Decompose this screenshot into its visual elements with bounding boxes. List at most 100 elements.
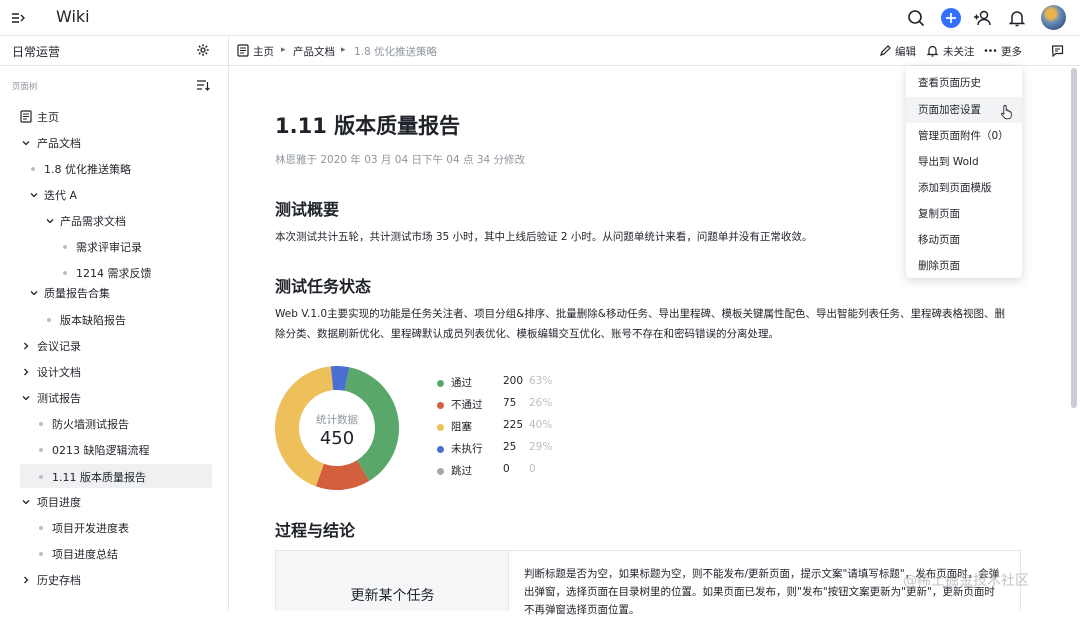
tree-item-design-docs[interactable]: 设计文档 [0,359,229,385]
sidebar-header: 日常运营 [0,36,228,66]
tree-item-version-defects[interactable]: 版本缺陷报告 [0,307,229,333]
bullet-dot [39,526,43,530]
tree-item-label: 历史存档 [37,574,81,587]
hand-cursor-icon [1001,105,1012,120]
tree-item-defect-logic[interactable]: 0213 缺陷逻辑流程 [0,437,229,463]
menu-item-page-history[interactable]: 查看页面历史 [906,70,1022,96]
legend-value: 0 [503,463,510,475]
legend-label: 通过 [451,377,472,389]
tree-item-dev-schedule[interactable]: 项目开发进度表 [0,515,229,541]
menu-item-label: 查看页面历史 [918,77,981,89]
page-meta: 林恩雅于 2020 年 03 月 04 日下午 04 点 34 分修改 [275,154,526,166]
menu-item-export-word[interactable]: 导出到 Wold [906,149,1022,175]
tree-item-label: 项目开发进度表 [52,522,129,535]
chevron-down-icon[interactable] [21,138,31,148]
section-paragraph: 除分类、数据刷新优化、里程碑默认成员列表优化、模板编辑交互优化、账号不存在和密码… [275,328,779,340]
chevron-down-icon[interactable] [21,497,31,507]
add-member-icon[interactable] [973,8,993,28]
scrollbar[interactable] [1071,68,1077,408]
page-title: 1.11 版本质量报告 [275,114,461,138]
tree-item-label: 会议记录 [37,340,81,353]
tree-label-row: 页面树 [0,66,228,102]
bullet-dot [47,318,51,322]
section-heading: 过程与结论 [275,521,356,540]
bullet-dot [63,271,67,275]
section-paragraph: Web V.1.0主要实现的功能是任务关注者、项目分组&排序、批量删除&移动任务… [275,308,1005,320]
sidebar-toggle-icon[interactable] [10,10,26,26]
document-icon [237,44,249,57]
bullet-dot [39,552,43,556]
more-button[interactable]: 更多 [1001,44,1022,59]
menu-item-label: 复制页面 [918,208,960,220]
edit-button[interactable]: 编辑 [895,44,916,59]
chevron-right-icon[interactable] [21,367,31,377]
section-paragraph: 本次测试共计五轮，共计测试市场 35 小时，其中上线后验证 2 小时。从问题单统… [275,231,813,243]
more-icon[interactable] [984,44,997,57]
menu-item-add-template[interactable]: 添加到页面模版 [906,175,1022,201]
tree-item-progress-summary[interactable]: 项目进度总结 [0,541,229,567]
tree-item-label: 版本缺陷报告 [60,314,126,327]
legend-label: 阻塞 [451,421,472,433]
tree-item-label: 项目进度 [37,496,81,509]
gear-icon[interactable] [196,43,210,57]
chevron-down-icon[interactable] [29,288,39,298]
page-tree-label: 页面树 [12,82,38,92]
legend-percent: 29% [529,441,553,453]
chevron-down-icon[interactable] [45,216,55,226]
chevron-down-icon[interactable] [29,190,39,200]
tree-item-project-progress[interactable]: 项目进度 [0,489,229,515]
follow-button[interactable]: 未关注 [943,44,975,59]
breadcrumb-separator-icon: ▸ [341,45,346,55]
bullet-dot [39,448,43,452]
menu-item-copy-page[interactable]: 复制页面 [906,201,1022,227]
breadcrumb-parent[interactable]: 产品文档 [293,44,335,59]
user-avatar[interactable] [1041,5,1066,30]
top-bar: Wiki [0,0,1080,36]
tree-item-label: 设计文档 [37,366,81,379]
tree-item-home[interactable]: 主页 [0,104,229,130]
tree-item-push-strategy[interactable]: 1.8 优化推送策略 [0,156,229,182]
tree-item-meetings[interactable]: 会议记录 [0,333,229,359]
menu-item-delete-page[interactable]: 删除页面 [906,253,1022,279]
tree-item-requirement-review[interactable]: 需求评审记录 [0,234,229,260]
tree-item-archive[interactable]: 历史存档 [0,567,229,593]
chevron-right-icon[interactable] [21,341,31,351]
edit-icon[interactable] [879,44,892,57]
chevron-down-icon[interactable] [21,393,31,403]
tree-item-label: 需求评审记录 [76,241,142,254]
tree-item-quality-report-selected[interactable]: 1.11 版本质量报告 [0,464,229,490]
tree-item-label: 产品文档 [37,137,81,150]
tree-item-product-docs[interactable]: 产品文档 [0,130,229,156]
section-heading: 测试概要 [275,200,340,219]
notification-bell-icon[interactable] [1007,8,1027,28]
tree-item-quality-reports[interactable]: 质量报告合集 [0,280,229,306]
sort-icon[interactable] [196,78,210,92]
chevron-right-icon[interactable] [21,575,31,585]
menu-item-label: 删除页面 [918,260,960,272]
tree-item-firewall-report[interactable]: 防火墙测试报告 [0,411,229,437]
legend-dot [437,468,444,475]
tree-item-iteration-a[interactable]: 迭代 A [0,182,229,208]
tree-item-test-reports[interactable]: 测试报告 [0,385,229,411]
legend-value: 225 [503,419,524,431]
search-icon[interactable] [906,8,926,28]
tree-item-label: 产品需求文档 [60,215,126,228]
legend-dot [437,402,444,409]
tree-item-label: 迭代 A [44,189,78,202]
plus-icon [946,13,956,23]
tree-item-label: 主页 [37,111,59,124]
tree-item-label: 防火墙测试报告 [52,418,129,431]
menu-item-move-page[interactable]: 移动页面 [906,227,1022,253]
legend-label: 不通过 [451,399,483,411]
tree-item-product-requirements[interactable]: 产品需求文档 [0,208,229,234]
table-cell-title: 更新某个任务 [350,588,435,604]
tree-item-label: 0213 缺陷逻辑流程 [52,444,150,457]
create-button[interactable] [941,8,961,28]
comment-icon[interactable] [1051,44,1064,57]
breadcrumb-home[interactable]: 主页 [253,44,274,59]
watermark: @稀土掘金技术社区 [903,573,1029,589]
bullet-dot [39,475,43,479]
legend-percent: 40% [529,419,553,431]
menu-item-attachments[interactable]: 管理页面附件（0） [906,123,1022,149]
bell-icon[interactable] [926,44,939,57]
